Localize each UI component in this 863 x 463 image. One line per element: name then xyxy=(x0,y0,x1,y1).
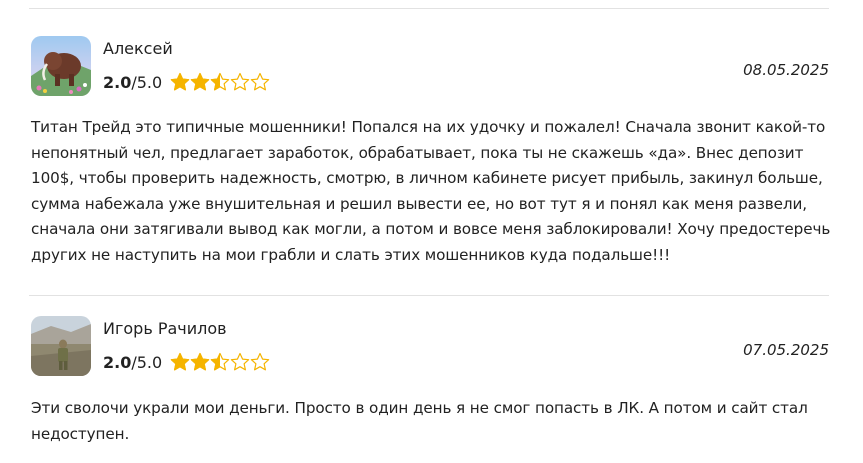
star-empty-icon xyxy=(230,352,250,371)
review-divider xyxy=(29,295,829,296)
rating-max: /5.0 xyxy=(131,352,163,372)
review-card: Игорь Рачилов 2.0 /5.0 07.05.2025 Эти св… xyxy=(29,316,829,456)
star-full-icon xyxy=(170,72,190,91)
star-rating xyxy=(170,72,270,92)
rating-max: /5.0 xyxy=(131,72,163,92)
avatar xyxy=(31,36,91,96)
rating: 2.0 /5.0 xyxy=(103,351,270,373)
star-empty-icon xyxy=(250,352,270,371)
author-name[interactable]: Алексей xyxy=(103,39,173,58)
star-empty-icon xyxy=(250,72,270,91)
star-full-icon xyxy=(170,352,190,371)
avatar xyxy=(31,316,91,376)
star-rating xyxy=(170,352,270,372)
star-half-icon xyxy=(210,72,230,91)
rating-score: 2.0 xyxy=(103,352,132,372)
author-name[interactable]: Игорь Рачилов xyxy=(103,319,227,338)
star-half-icon xyxy=(210,352,230,371)
review-date: 08.05.2025 xyxy=(743,61,829,79)
review-date: 07.05.2025 xyxy=(743,341,829,359)
star-full-icon xyxy=(190,352,210,371)
rating-score: 2.0 xyxy=(103,72,132,92)
star-empty-icon xyxy=(230,72,250,91)
review-text: Эти сволочи украли мои деньги. Просто в … xyxy=(31,399,808,443)
review-text: Титан Трейд это типичные мошенники! Попа… xyxy=(31,118,831,264)
rating: 2.0 /5.0 xyxy=(103,71,270,93)
top-divider xyxy=(29,8,829,9)
star-full-icon xyxy=(190,72,210,91)
review-card: Алексей 2.0 /5.0 08.05.2025 Титан Трейд … xyxy=(29,36,831,276)
